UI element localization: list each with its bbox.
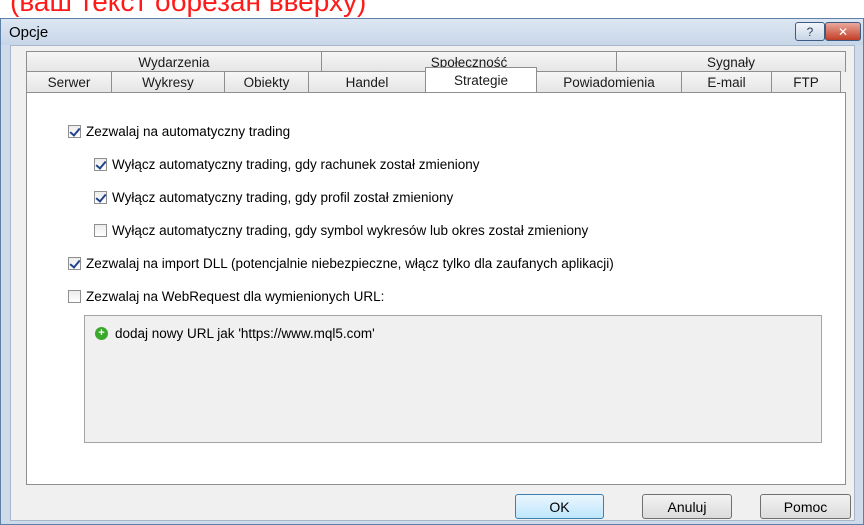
option-disable-on-symbol-change[interactable]: Wyłącz automatyczny trading, gdy symbol … — [94, 223, 588, 238]
option-disable-on-account-change[interactable]: Wyłącz automatyczny trading, gdy rachune… — [94, 157, 480, 172]
checkbox-disable-on-symbol-change[interactable] — [94, 224, 107, 237]
checkbox-allow-auto-trading[interactable] — [68, 125, 81, 138]
option-allow-dll-import[interactable]: Zezwalaj na import DLL (potencjalnie nie… — [68, 256, 614, 271]
option-label: Zezwalaj na automatyczny trading — [86, 124, 291, 139]
tab-sygnaly[interactable]: Sygnały — [616, 51, 846, 72]
option-allow-auto-trading[interactable]: Zezwalaj na automatyczny trading — [68, 124, 290, 139]
tab-serwer[interactable]: Serwer — [26, 71, 112, 92]
close-icon[interactable]: ✕ — [825, 22, 861, 41]
help-icon[interactable]: ? — [795, 22, 825, 41]
tab-email[interactable]: E-mail — [681, 71, 772, 92]
tab-ftp[interactable]: FTP — [771, 71, 841, 92]
checkbox-allow-webrequest[interactable] — [68, 290, 81, 303]
tab-obiekty[interactable]: Obiekty — [224, 71, 309, 92]
url-list[interactable]: + dodaj nowy URL jak 'https://www.mql5.c… — [84, 315, 822, 443]
checkbox-disable-on-account-change[interactable] — [94, 158, 107, 171]
tab-strategie[interactable]: Strategie — [425, 67, 537, 92]
option-allow-webrequest[interactable]: Zezwalaj na WebRequest dla wymienionych … — [68, 289, 384, 304]
option-label: Zezwalaj na import DLL (potencjalnie nie… — [86, 256, 614, 271]
tab-wykresy[interactable]: Wykresy — [111, 71, 225, 92]
add-url-item[interactable]: + dodaj nowy URL jak 'https://www.mql5.c… — [95, 326, 375, 341]
help-button[interactable]: Pomoc — [760, 494, 851, 519]
checkbox-allow-dll-import[interactable] — [68, 257, 81, 270]
dialog-client-area: Wydarzenia Społeczność Sygnały Serwer Wy… — [10, 45, 855, 521]
cropped-overlay-text: (ваш текст обрезан вверху) — [0, 0, 864, 18]
tab-powiadomienia[interactable]: Powiadomienia — [536, 71, 682, 92]
option-label: Wyłącz automatyczny trading, gdy symbol … — [112, 223, 589, 238]
checkbox-disable-on-profile-change[interactable] — [94, 191, 107, 204]
plus-circle-icon: + — [95, 327, 108, 340]
options-dialog: Opcje ? ✕ Wydarzenia Społeczność Sygnały… — [0, 18, 864, 525]
option-label: Zezwalaj na WebRequest dla wymienionych … — [86, 289, 385, 304]
strategie-panel: Zezwalaj na automatyczny trading Wyłącz … — [26, 92, 846, 485]
cancel-button[interactable]: Anuluj — [642, 494, 732, 519]
window-title: Opcje — [9, 24, 49, 41]
option-label: Wyłącz automatyczny trading, gdy profil … — [112, 190, 454, 205]
ok-button[interactable]: OK — [515, 494, 604, 519]
add-url-label: dodaj nowy URL jak 'https://www.mql5.com… — [115, 326, 375, 341]
tab-row-lower: Serwer Wykresy Obiekty Handel Strategie … — [26, 67, 841, 92]
tab-handel[interactable]: Handel — [308, 71, 426, 92]
option-label: Wyłącz automatyczny trading, gdy rachune… — [112, 157, 480, 172]
tab-wydarzenia[interactable]: Wydarzenia — [26, 51, 322, 72]
title-bar: Opcje ? ✕ — [1, 19, 863, 45]
option-disable-on-profile-change[interactable]: Wyłącz automatyczny trading, gdy profil … — [94, 190, 453, 205]
